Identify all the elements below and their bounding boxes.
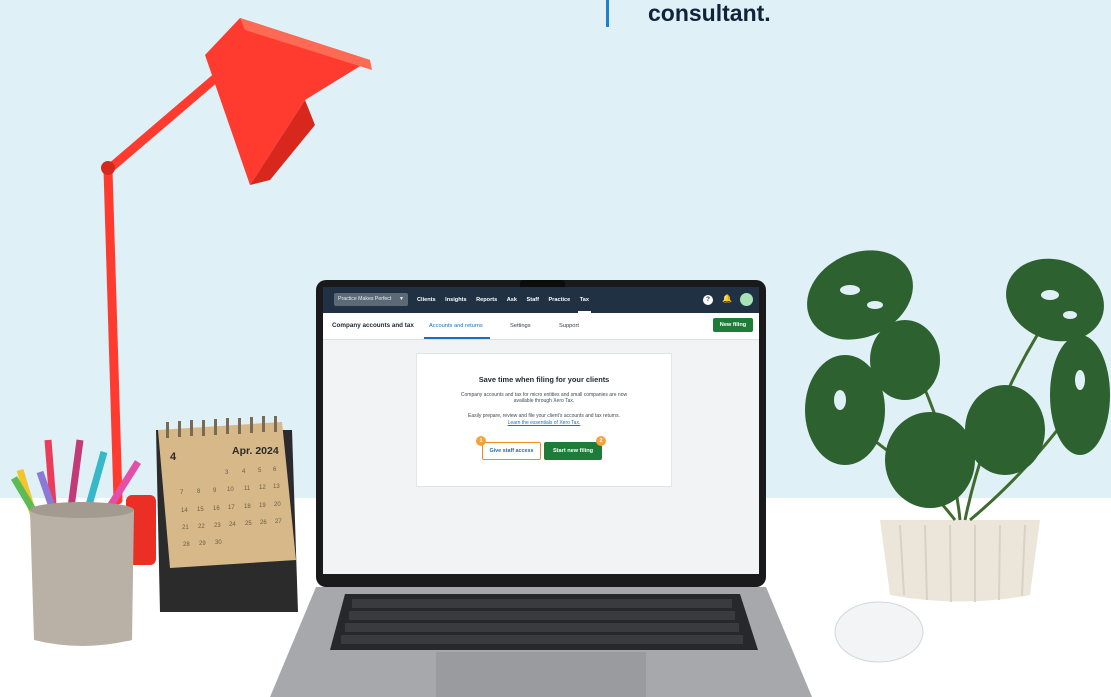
svg-text:16: 16 — [213, 506, 220, 512]
svg-text:19: 19 — [259, 503, 266, 509]
svg-text:11: 11 — [244, 486, 251, 492]
nav-staff[interactable]: Staff — [527, 297, 539, 303]
svg-text:22: 22 — [198, 524, 205, 530]
svg-text:20: 20 — [274, 502, 281, 508]
tab-accounts-and-returns[interactable]: Accounts and returns — [429, 323, 483, 329]
svg-text:13: 13 — [273, 484, 280, 490]
svg-text:21: 21 — [182, 525, 189, 531]
active-tab-indicator — [424, 337, 490, 339]
svg-text:25: 25 — [245, 521, 252, 527]
card-title: Save time when filing for your clients — [478, 375, 610, 384]
svg-text:24: 24 — [229, 522, 236, 528]
nav-practice[interactable]: Practice — [548, 297, 570, 303]
svg-text:17: 17 — [228, 505, 235, 511]
calendar-month-number: 4 — [170, 451, 177, 463]
bell-icon[interactable]: 🔔 — [722, 294, 732, 304]
nav-reports[interactable]: Reports — [476, 297, 497, 303]
svg-text:10: 10 — [227, 487, 234, 493]
nav-insights[interactable]: Insights — [445, 297, 466, 303]
card-description: Company accounts and tax for micro entit… — [460, 392, 628, 405]
mouse — [834, 601, 924, 663]
sub-navigation: Company accounts and tax Accounts and re… — [323, 313, 759, 340]
svg-text:18: 18 — [244, 504, 251, 510]
card-description-2: Easily prepare, review and file your cli… — [468, 413, 620, 419]
tab-support[interactable]: Support — [559, 323, 579, 329]
nav-clients[interactable]: Clients — [417, 297, 436, 303]
svg-text:23: 23 — [214, 523, 221, 529]
onboarding-card: Save time when filing for your clients C… — [416, 353, 672, 487]
svg-text:29: 29 — [199, 541, 206, 547]
org-switcher-button[interactable]: Practice Makes Perfect ▼ — [334, 293, 408, 306]
page-title: Company accounts and tax — [332, 322, 414, 329]
svg-text:27: 27 — [275, 519, 282, 525]
step-badge-2: 2 — [596, 436, 606, 446]
nav-ask[interactable]: Ask — [507, 297, 517, 303]
calendar-month-label: Apr. 2024 — [232, 445, 279, 457]
svg-text:26: 26 — [260, 520, 267, 526]
org-switcher-label: Practice Makes Perfect — [338, 296, 392, 302]
svg-text:28: 28 — [183, 542, 190, 548]
svg-text:15: 15 — [197, 507, 204, 513]
give-staff-access-button[interactable]: Give staff access — [482, 442, 541, 460]
svg-text:30: 30 — [215, 540, 222, 546]
laptop-screen: Practice Makes Perfect ▼ Clients Insight… — [323, 287, 759, 574]
top-navigation: Practice Makes Perfect ▼ Clients Insight… — [323, 287, 759, 313]
monstera-plant — [805, 250, 1110, 603]
nav-tax[interactable]: Tax — [577, 297, 592, 313]
svg-text:14: 14 — [181, 508, 188, 514]
learn-essentials-link[interactable]: Learn the essentials of Xero Tax. — [417, 420, 671, 426]
caret-down-icon: ▼ — [399, 296, 404, 302]
tab-settings[interactable]: Settings — [510, 323, 531, 329]
nav-links: Clients Insights Reports Ask Staff Pract… — [417, 287, 598, 313]
svg-text:12: 12 — [259, 485, 266, 491]
step-badge-1: 1 — [476, 436, 486, 446]
help-icon[interactable]: ? — [703, 295, 713, 305]
start-new-filing-button[interactable]: Start new filing — [544, 442, 602, 460]
avatar[interactable] — [740, 293, 753, 306]
new-filing-button[interactable]: New filing — [713, 318, 753, 332]
